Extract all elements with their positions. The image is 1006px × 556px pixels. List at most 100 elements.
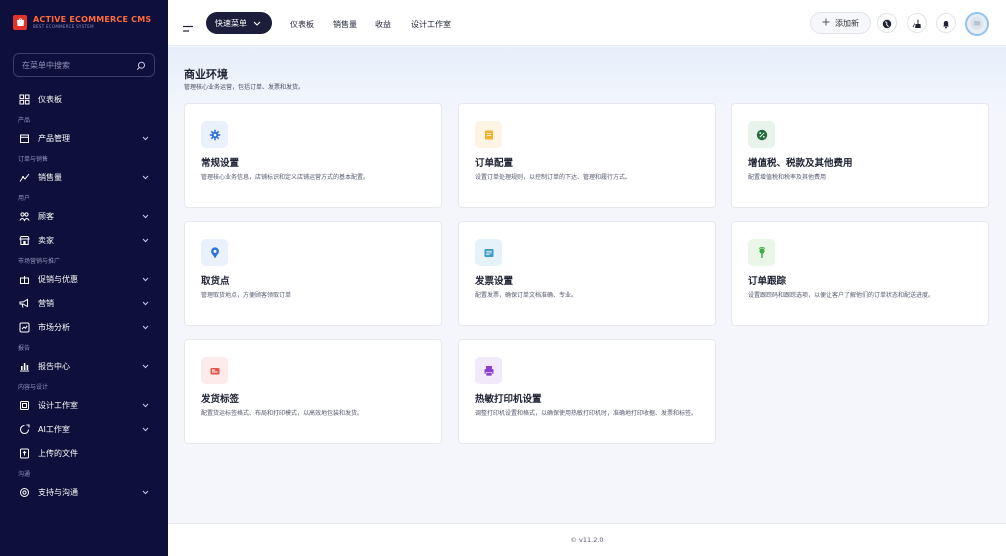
sidebar-search [13, 53, 155, 77]
sidebar-section-heading: 沟通 [18, 471, 31, 478]
invoice-icon [475, 239, 502, 266]
card-title: 增值税、税款及其他费用 [748, 158, 853, 169]
sidebar-item-label: 卖家 [38, 235, 54, 245]
sidebar-item[interactable]: 市场分析 [0, 315, 168, 339]
percent-icon [748, 121, 775, 148]
page-description: 管理核心业务运营，包括订单、发票和发货。 [184, 84, 305, 91]
brand-subtitle: BEST ECOMMERCE SYSTEM [33, 23, 94, 29]
card-description: 管理核心业务信息，店铺标识和定义店铺运营方式的基本配置。 [201, 174, 370, 181]
card-title: 发货标签 [201, 394, 240, 405]
clear-cache-button[interactable] [907, 13, 927, 33]
card-description: 配置增值税和税率及其他费用 [748, 174, 827, 181]
top-link-sales[interactable]: 销售量 [333, 19, 357, 30]
chevron-down-icon [142, 299, 149, 308]
report-icon [18, 360, 30, 372]
sidebar-section-heading: 市场营销与推广 [18, 258, 61, 265]
card-description: 管理取货地点，方便顾客领取订单 [201, 292, 292, 299]
chevron-down-icon [142, 362, 149, 371]
sidebar-item[interactable]: 营销 [0, 291, 168, 315]
settings-card[interactable]: 订单配置设置订单处理规则，以控制订单的下达、管理和履行方式。 [458, 103, 716, 208]
settings-card[interactable]: 发货标签配置货运标签格式、布局和打印模式，以高效地包装和发货。 [184, 339, 442, 444]
card-title: 常规设置 [201, 158, 240, 169]
footer: © v11.2.0 [168, 523, 1006, 556]
sidebar-item[interactable]: AI工作室 [0, 417, 168, 441]
location-pin-icon [201, 239, 228, 266]
grid-icon [18, 93, 30, 105]
sidebar-item[interactable]: 顾客 [0, 204, 168, 228]
card-title: 取货点 [201, 276, 230, 287]
sidebar-item-label: AI工作室 [38, 424, 70, 434]
settings-card[interactable]: 发票设置 配置发票，确保订单文档准确、专业。 [458, 221, 716, 326]
quick-menu-button[interactable]: 快速菜单 [206, 12, 272, 34]
sales-icon [18, 171, 30, 183]
quick-menu-label: 快速菜单 [215, 18, 247, 28]
sidebar-section-heading: 订单与销售 [18, 156, 49, 163]
design-icon [18, 399, 30, 411]
ai-icon [18, 423, 30, 435]
receipt-icon [475, 121, 502, 148]
card-description: 配置发票，确保订单文档准确、专业。 [475, 292, 578, 299]
sidebar: ACTIVE ECOMMERCE CMS BEST ECOMMERCE SYST… [0, 0, 168, 556]
sidebar-item[interactable]: 销售量 [0, 165, 168, 189]
card-description: 配置货运标签格式、布局和打印模式，以高效地包装和发货。 [201, 410, 364, 417]
sidebar-item[interactable]: 仪表板 [0, 87, 168, 111]
sidebar-item[interactable]: 报告中心 [0, 354, 168, 378]
sidebar-item[interactable]: 上传的文件 [0, 441, 168, 465]
chevron-down-icon [142, 173, 149, 182]
chevron-down-icon [142, 212, 149, 221]
sidebar-item-label: 支持与沟通 [38, 487, 78, 497]
settings-card[interactable]: 取货点管理取货地点，方便顾客领取订单 [184, 221, 442, 326]
sidebar-item[interactable]: 产品管理 [0, 126, 168, 150]
printer-icon [475, 357, 502, 384]
sidebar-item-label: 市场分析 [38, 322, 70, 332]
settings-card[interactable]: 订单跟踪设置跟踪码和跟踪选项，以便让客户了解他们的订单状态和配送进度。 [731, 221, 989, 326]
sidebar-item-label: 营销 [38, 298, 54, 308]
add-new-label: 添加新 [835, 18, 859, 28]
language-button[interactable] [877, 13, 897, 33]
card-description: 设置跟踪码和跟踪选项，以便让客户了解他们的订单状态和配送进度。 [748, 292, 935, 299]
gift-icon [18, 273, 30, 285]
customers-icon [18, 210, 30, 222]
product-icon [18, 132, 30, 144]
chevron-down-icon [142, 323, 149, 332]
sidebar-item[interactable]: 支持与沟通 [0, 480, 168, 504]
chevron-down-icon [142, 425, 149, 434]
settings-card[interactable]: 热敏打印机设置调整打印机设置和格式，以确保使用热敏打印机时，准确地打印收据、发票… [458, 339, 716, 444]
label-icon [201, 357, 228, 384]
store-icon [18, 234, 30, 246]
chart-icon [18, 321, 30, 333]
card-title: 订单配置 [475, 158, 514, 169]
sidebar-item[interactable]: 促销与优惠 [0, 267, 168, 291]
card-title: 热敏打印机设置 [475, 394, 542, 405]
top-link-design-studio[interactable]: 设计工作室 [411, 19, 451, 30]
brand[interactable]: ACTIVE ECOMMERCE CMS BEST ECOMMERCE SYST… [0, 0, 168, 44]
sidebar-nav: 仪表板 产品 产品管理 订单与销售 销售量 用户 顾客 卖家 市场营销与推广 促销与优惠 营销 市场分… [0, 87, 168, 504]
card-description: 设置订单处理规则，以控制订单的下达、管理和履行方式。 [475, 174, 632, 181]
topbar: 快速菜单 仪表板 销售量 收益 设计工作室 添加新 [168, 0, 1006, 46]
avatar[interactable] [965, 12, 989, 36]
search-icon[interactable] [136, 56, 146, 75]
sidebar-section-heading: 内容与设计 [18, 384, 49, 391]
sidebar-item[interactable]: 卖家 [0, 228, 168, 252]
card-description: 调整打印机设置和格式，以确保使用热敏打印机时，准确地打印收据、发票和标签。 [475, 410, 698, 417]
sidebar-item-label: 设计工作室 [38, 400, 78, 410]
sidebar-item-label: 顾客 [38, 211, 54, 221]
sidebar-search-input[interactable] [22, 60, 132, 70]
support-icon [18, 486, 30, 498]
top-link-earnings[interactable]: 收益 [375, 19, 391, 30]
menu-toggle-icon[interactable] [183, 18, 193, 37]
sidebar-section-heading: 用户 [18, 195, 31, 202]
plus-icon [822, 18, 830, 28]
notifications-button[interactable] [936, 13, 956, 33]
chevron-down-icon [142, 275, 149, 284]
sidebar-item[interactable]: 设计工作室 [0, 393, 168, 417]
settings-card[interactable]: 增值税、税款及其他费用配置增值税和税率及其他费用 [731, 103, 989, 208]
top-link-dashboard[interactable]: 仪表板 [290, 19, 314, 30]
sidebar-item-label: 销售量 [38, 172, 62, 182]
tracking-icon [748, 239, 775, 266]
settings-card[interactable]: 常规设置管理核心业务信息，店铺标识和定义店铺运营方式的基本配置。 [184, 103, 442, 208]
bell-icon [941, 14, 951, 33]
card-title: 订单跟踪 [748, 276, 787, 287]
add-new-button[interactable]: 添加新 [810, 12, 871, 34]
sidebar-item-label: 仪表板 [38, 94, 62, 104]
